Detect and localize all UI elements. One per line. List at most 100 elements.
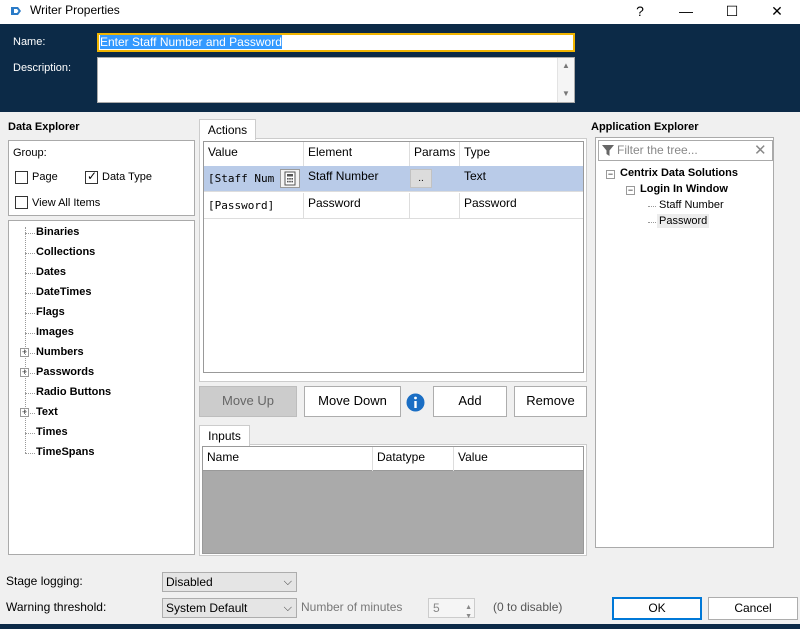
row-value-cell[interactable]: [Password] [204, 193, 304, 218]
app-tree-leaf-staff-number[interactable]: Staff Number [659, 199, 724, 211]
row-element-cell: Password [304, 193, 410, 218]
tab-actions[interactable]: Actions [199, 119, 256, 140]
stage-logging-value: Disabled [166, 575, 213, 589]
tree-item-label: Collections [36, 246, 96, 258]
row-params-cell[interactable] [410, 193, 460, 218]
params-button[interactable]: .. [410, 169, 432, 188]
warning-threshold-label: Warning threshold: [6, 600, 107, 614]
move-down-button[interactable]: Move Down [304, 386, 401, 417]
tree-item[interactable]: Dates [9, 263, 194, 283]
stage-logging-select[interactable]: Disabled ⌵ [162, 572, 297, 592]
collapse-icon[interactable]: − [626, 186, 635, 195]
description-scrollbar[interactable]: ▲ ▼ [557, 58, 574, 102]
tree-item[interactable]: + Numbers [9, 343, 194, 363]
move-up-button[interactable]: Move Up [199, 386, 297, 417]
scroll-up-icon[interactable]: ▲ [558, 61, 574, 70]
app-explorer-title: Application Explorer [591, 121, 699, 133]
tree-connector [25, 253, 35, 254]
title-bar[interactable]: Writer Properties ? — ☐ ✕ [0, 0, 800, 24]
data-tree: Binaries Collections Dates DateTimes Flags Im… [8, 220, 195, 555]
tree-item[interactable]: TimeSpans [9, 443, 194, 463]
page-checkbox[interactable] [15, 171, 28, 184]
tree-item[interactable]: Radio Buttons [9, 383, 194, 403]
tree-connector [25, 233, 35, 234]
col-value[interactable]: Value [204, 142, 304, 166]
warning-threshold-value: System Default [166, 601, 248, 615]
actions-grid: Value Element Params Type [Staff Num Sta… [203, 141, 584, 373]
tree-item[interactable]: Times [9, 423, 194, 443]
filter-tree-field[interactable]: Filter the tree... ✕ [598, 140, 773, 161]
tab-inputs[interactable]: Inputs [199, 425, 250, 446]
page-checkbox-label: Page [32, 171, 58, 183]
tree-item-label: Text [36, 406, 58, 418]
cancel-button[interactable]: Cancel [708, 597, 798, 620]
remove-button[interactable]: Remove [514, 386, 587, 417]
col-params[interactable]: Params [410, 142, 460, 166]
datatype-checkbox-label: Data Type [102, 171, 152, 183]
minutes-label: Number of minutes [301, 600, 403, 614]
scroll-down-icon[interactable]: ▼ [558, 89, 574, 98]
tree-item-label: Times [36, 426, 68, 438]
description-label: Description: [13, 62, 72, 74]
collapse-icon[interactable]: − [606, 170, 615, 179]
ok-button[interactable]: OK [612, 597, 702, 620]
app-tree-window[interactable]: Login In Window [640, 183, 728, 195]
tree-item[interactable]: + Text [9, 403, 194, 423]
filter-placeholder: Filter the tree... [617, 143, 698, 157]
tree-item-label: Images [36, 326, 74, 338]
calculator-icon [284, 171, 296, 186]
tree-item-label: Binaries [36, 226, 80, 238]
name-field[interactable]: Enter Staff Number and Password [97, 33, 575, 52]
tree-item-label: Dates [36, 266, 66, 278]
tree-item[interactable]: Collections [9, 243, 194, 263]
tree-item[interactable]: DateTimes [9, 283, 194, 303]
tree-item-label: Passwords [36, 366, 95, 378]
app-tree-leaf-password[interactable]: Password [657, 214, 710, 228]
table-row[interactable]: [Password] Password Password [204, 193, 583, 219]
chevron-down-icon: ⌵ [283, 602, 292, 614]
row-value-cell[interactable]: [Staff Num [204, 166, 277, 191]
close-button[interactable]: ✕ [754, 0, 800, 24]
tree-item[interactable]: Flags [9, 303, 194, 323]
group-label: Group: [13, 147, 47, 159]
description-field[interactable]: ▲ ▼ [97, 57, 575, 103]
data-explorer-title: Data Explorer [8, 121, 80, 133]
tree-item-label: TimeSpans [36, 446, 95, 458]
name-label: Name: [13, 36, 46, 48]
minutes-stepper[interactable]: 5 ▲ ▼ [428, 598, 475, 620]
clear-filter-icon[interactable]: ✕ [754, 141, 767, 159]
tree-item[interactable]: Images [9, 323, 194, 343]
tree-connector [648, 206, 656, 207]
col-input-value[interactable]: Value [454, 447, 583, 471]
view-all-checkbox[interactable] [15, 196, 28, 209]
tree-item[interactable]: Binaries [9, 223, 194, 243]
col-datatype[interactable]: Datatype [373, 447, 454, 471]
add-button[interactable]: Add [433, 386, 507, 417]
tree-item-label: Numbers [36, 346, 84, 358]
calculator-button[interactable] [280, 169, 300, 188]
tree-connector [25, 333, 35, 334]
table-row[interactable]: [Staff Num Staff Number .. Text [204, 166, 583, 192]
col-element[interactable]: Element [304, 142, 410, 166]
row-type-cell: Text [464, 169, 487, 183]
warning-threshold-select[interactable]: System Default ⌵ [162, 598, 297, 618]
tree-connector [25, 293, 35, 294]
col-name[interactable]: Name [203, 447, 373, 471]
app-tree-root[interactable]: Centrix Data Solutions [620, 167, 738, 179]
maximize-button[interactable]: ☐ [709, 0, 755, 24]
stage-logging-label: Stage logging: [6, 574, 83, 588]
tree-item[interactable]: + Passwords [9, 363, 194, 383]
datatype-checkbox[interactable] [85, 169, 98, 184]
info-icon[interactable] [406, 393, 425, 412]
inputs-header: Name Datatype Value [203, 447, 583, 471]
app-icon [11, 7, 21, 15]
disable-hint: (0 to disable) [493, 600, 563, 614]
col-type[interactable]: Type [460, 142, 570, 166]
minimize-button[interactable]: — [663, 0, 709, 24]
minutes-value: 5 [433, 601, 440, 615]
name-value: Enter Staff Number and Password [100, 35, 282, 49]
inputs-grid: Name Datatype Value [202, 446, 584, 554]
help-button[interactable]: ? [617, 0, 663, 24]
tree-connector [25, 453, 35, 454]
tree-spine [25, 227, 26, 453]
